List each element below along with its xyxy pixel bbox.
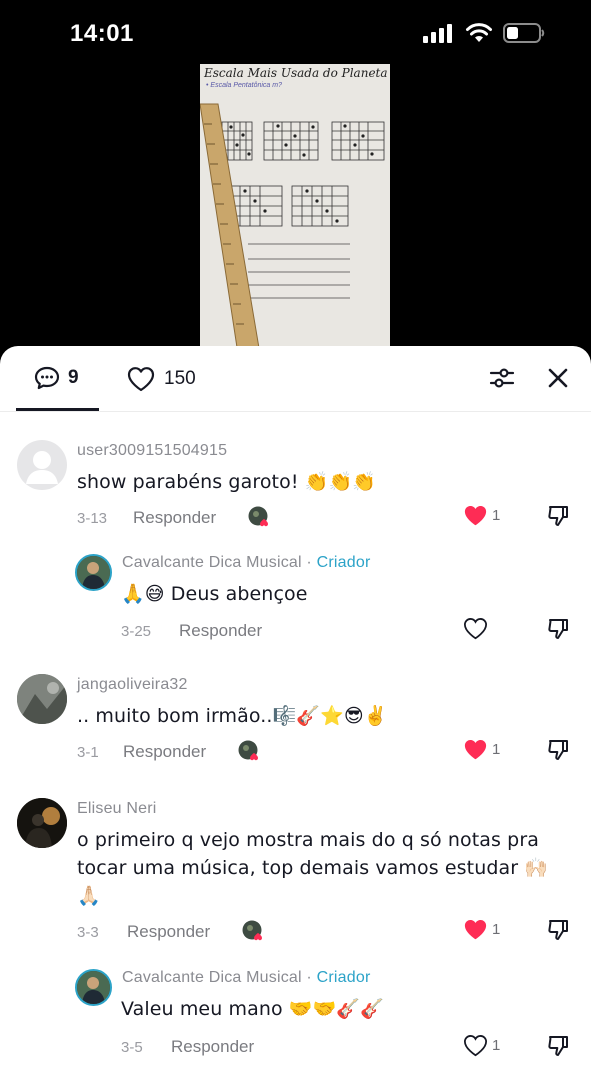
like-count: 150	[164, 368, 196, 389]
heart-outline-icon	[463, 1035, 488, 1057]
status-icons	[423, 22, 545, 44]
creator-liked-avatar	[238, 740, 258, 761]
creator-avatar-image	[77, 971, 110, 1004]
status-bar: 14:01	[0, 0, 591, 64]
avatar[interactable]	[17, 674, 67, 724]
filter-sliders-icon[interactable]	[489, 366, 515, 390]
heart-outline-icon	[463, 618, 488, 640]
like-button[interactable]: 1	[463, 504, 500, 527]
like-button[interactable]: 1	[463, 738, 500, 761]
comment-date: 3-5	[121, 1039, 143, 1056]
comment-username[interactable]: Cavalcante Dica Musical · Criador	[122, 969, 370, 987]
thumbs-down-icon[interactable]	[546, 504, 570, 528]
avatar[interactable]	[75, 554, 112, 591]
avatar[interactable]	[17, 798, 67, 848]
comment-username[interactable]: Cavalcante Dica Musical · Criador	[122, 554, 370, 572]
comment-text: o primeiro q vejo mostra mais do q só no…	[77, 826, 567, 910]
wifi-icon	[466, 23, 492, 42]
thumbs-down-icon[interactable]	[546, 738, 570, 762]
like-button[interactable]: 1	[463, 918, 500, 941]
comment-date: 3-3	[77, 924, 99, 941]
separator: ·	[301, 969, 317, 986]
like-count: 1	[492, 921, 501, 938]
thumbs-down-icon[interactable]	[546, 617, 570, 641]
creator-liked-avatar	[248, 506, 268, 527]
battery-icon	[503, 23, 545, 43]
creator-name[interactable]: Cavalcante Dica Musical	[122, 969, 302, 986]
reply-button[interactable]: Responder	[171, 1037, 254, 1057]
cellular-signal-icon	[423, 24, 452, 43]
close-icon[interactable]	[546, 366, 570, 390]
heart-filled-icon	[464, 919, 487, 940]
video-frame-paper: Escala Mais Usada do Planeta • Escala Pe…	[200, 64, 390, 354]
comment-bubble-icon	[34, 366, 60, 390]
tab-likes[interactable]: 150	[127, 366, 196, 392]
comment-text: show parabéns garoto! 👏👏👏	[77, 471, 376, 493]
avatar[interactable]	[75, 969, 112, 1006]
comment-text-line: o primeiro q vejo mostra mais do q só no…	[77, 829, 539, 851]
comment-text: Valeu meu mano 🤝🤝🎸🎸	[121, 998, 384, 1020]
reply-button[interactable]: Responder	[127, 922, 210, 942]
user-avatar-image	[17, 798, 67, 848]
comment-date: 3-25	[121, 623, 152, 640]
comment-text: .. muito bom irmão..🎼🎸⭐😎✌️	[77, 705, 388, 727]
user-avatar-image	[17, 674, 67, 724]
thumbs-down-icon[interactable]	[546, 1034, 570, 1058]
avatar[interactable]	[17, 440, 67, 490]
comment-item: jangaoliveira32 .. muito bom irmão..🎼🎸⭐😎…	[0, 674, 591, 774]
reply-button[interactable]: Responder	[179, 621, 262, 641]
default-avatar-icon	[26, 451, 58, 484]
like-count: 1	[492, 1037, 501, 1054]
like-count: 1	[492, 741, 501, 758]
creator-name[interactable]: Cavalcante Dica Musical	[122, 554, 302, 571]
reply-comment-item: Cavalcante Dica Musical · Criador 🙏😅 Deu…	[0, 552, 591, 656]
creator-badge: Criador	[316, 969, 371, 986]
status-time: 14:01	[70, 20, 134, 47]
comment-username[interactable]: user3009151504915	[77, 442, 227, 460]
heart-filled-icon	[464, 739, 487, 760]
tab-comments[interactable]: 9	[34, 366, 79, 390]
comment-text: 🙏😅 Deus abençoe	[121, 583, 308, 605]
creator-liked-avatar	[242, 920, 262, 941]
active-tab-indicator	[16, 408, 99, 411]
like-button[interactable]	[463, 617, 492, 640]
thumbs-down-icon[interactable]	[546, 918, 570, 942]
comments-header: 9 150	[0, 346, 591, 412]
comment-count: 9	[68, 367, 79, 388]
comment-text-line: 🙏🏻	[77, 885, 101, 907]
heart-outline-icon	[127, 367, 155, 392]
separator: ·	[301, 554, 317, 571]
like-count: 1	[492, 507, 501, 524]
comment-item: Eliseu Neri o primeiro q vejo mostra mai…	[0, 798, 591, 950]
like-button[interactable]: 1	[463, 1034, 500, 1057]
reply-button[interactable]: Responder	[123, 742, 206, 762]
comments-sheet: 9 150 user3009151504915 show parabéns ga…	[0, 346, 591, 1072]
reply-comment-item: Cavalcante Dica Musical · Criador Valeu …	[0, 967, 591, 1072]
video-player[interactable]: Escala Mais Usada do Planeta • Escala Pe…	[0, 64, 591, 354]
comment-username[interactable]: jangaoliveira32	[77, 676, 188, 694]
comment-username[interactable]: Eliseu Neri	[77, 800, 157, 818]
scale-diagrams-illustration	[200, 103, 385, 354]
heart-filled-icon	[464, 505, 487, 526]
comment-date: 3-1	[77, 744, 99, 761]
comment-item: user3009151504915 show parabéns garoto! …	[0, 440, 591, 536]
reply-button[interactable]: Responder	[133, 508, 216, 528]
comment-date: 3-13	[77, 510, 108, 527]
comment-text-line: tocar uma música, top demais vamos estud…	[77, 857, 549, 879]
creator-avatar-image	[77, 556, 110, 589]
creator-badge: Criador	[316, 554, 371, 571]
